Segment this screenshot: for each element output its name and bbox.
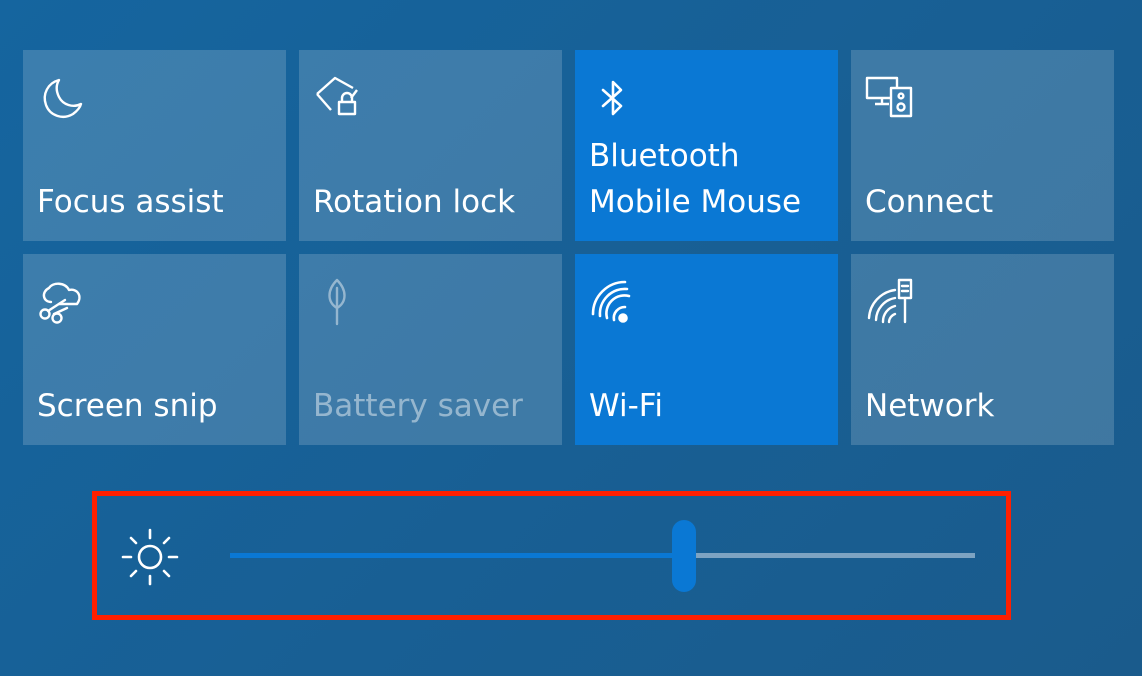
tile-label-line: Wi-Fi <box>589 388 663 424</box>
slider-fill <box>230 553 685 558</box>
tile-label-line: Battery saver <box>313 388 523 424</box>
quick-actions-grid: Focus assist Rotation lock Bluetooth Mob <box>23 50 1114 445</box>
tile-label: Battery saver <box>313 383 554 429</box>
tile-label-line: Network <box>865 388 995 424</box>
tile-label-line: Screen snip <box>37 388 218 424</box>
tile-label: Rotation lock <box>313 179 554 225</box>
brightness-slider[interactable] <box>230 520 975 592</box>
tile-label-line: Mobile Mouse <box>589 184 802 220</box>
moon-icon <box>37 74 87 124</box>
scissors-icon <box>37 278 87 328</box>
tile-label-line: Rotation lock <box>313 184 516 220</box>
rotation-lock-tile[interactable]: Rotation lock <box>299 50 562 241</box>
tile-label: Connect <box>865 179 1106 225</box>
tile-label: Network <box>865 383 1106 429</box>
rotation-lock-icon <box>313 74 363 124</box>
tile-label-line: Focus assist <box>37 184 224 220</box>
tile-label-line: Connect <box>865 184 994 220</box>
bluetooth-icon <box>589 74 639 124</box>
tile-label: Bluetooth Mobile Mouse <box>589 133 830 225</box>
brightness-control <box>92 491 1011 620</box>
tile-label-line: Bluetooth <box>589 138 740 174</box>
battery-saver-tile[interactable]: Battery saver <box>299 254 562 445</box>
leaf-icon <box>313 278 363 328</box>
wifi-icon <box>589 278 639 328</box>
tile-label: Wi-Fi <box>589 383 830 429</box>
slider-thumb[interactable] <box>672 520 697 592</box>
network-icon <box>865 278 915 328</box>
bluetooth-tile[interactable]: Bluetooth Mobile Mouse <box>575 50 838 241</box>
focus-assist-tile[interactable]: Focus assist <box>23 50 286 241</box>
screen-snip-tile[interactable]: Screen snip <box>23 254 286 445</box>
network-tile[interactable]: Network <box>851 254 1114 445</box>
connect-tile[interactable]: Connect <box>851 50 1114 241</box>
tile-label: Screen snip <box>37 383 278 429</box>
wifi-tile[interactable]: Wi-Fi <box>575 254 838 445</box>
sun-icon <box>119 526 181 588</box>
tile-label: Focus assist <box>37 179 278 225</box>
connect-icon <box>865 74 915 124</box>
